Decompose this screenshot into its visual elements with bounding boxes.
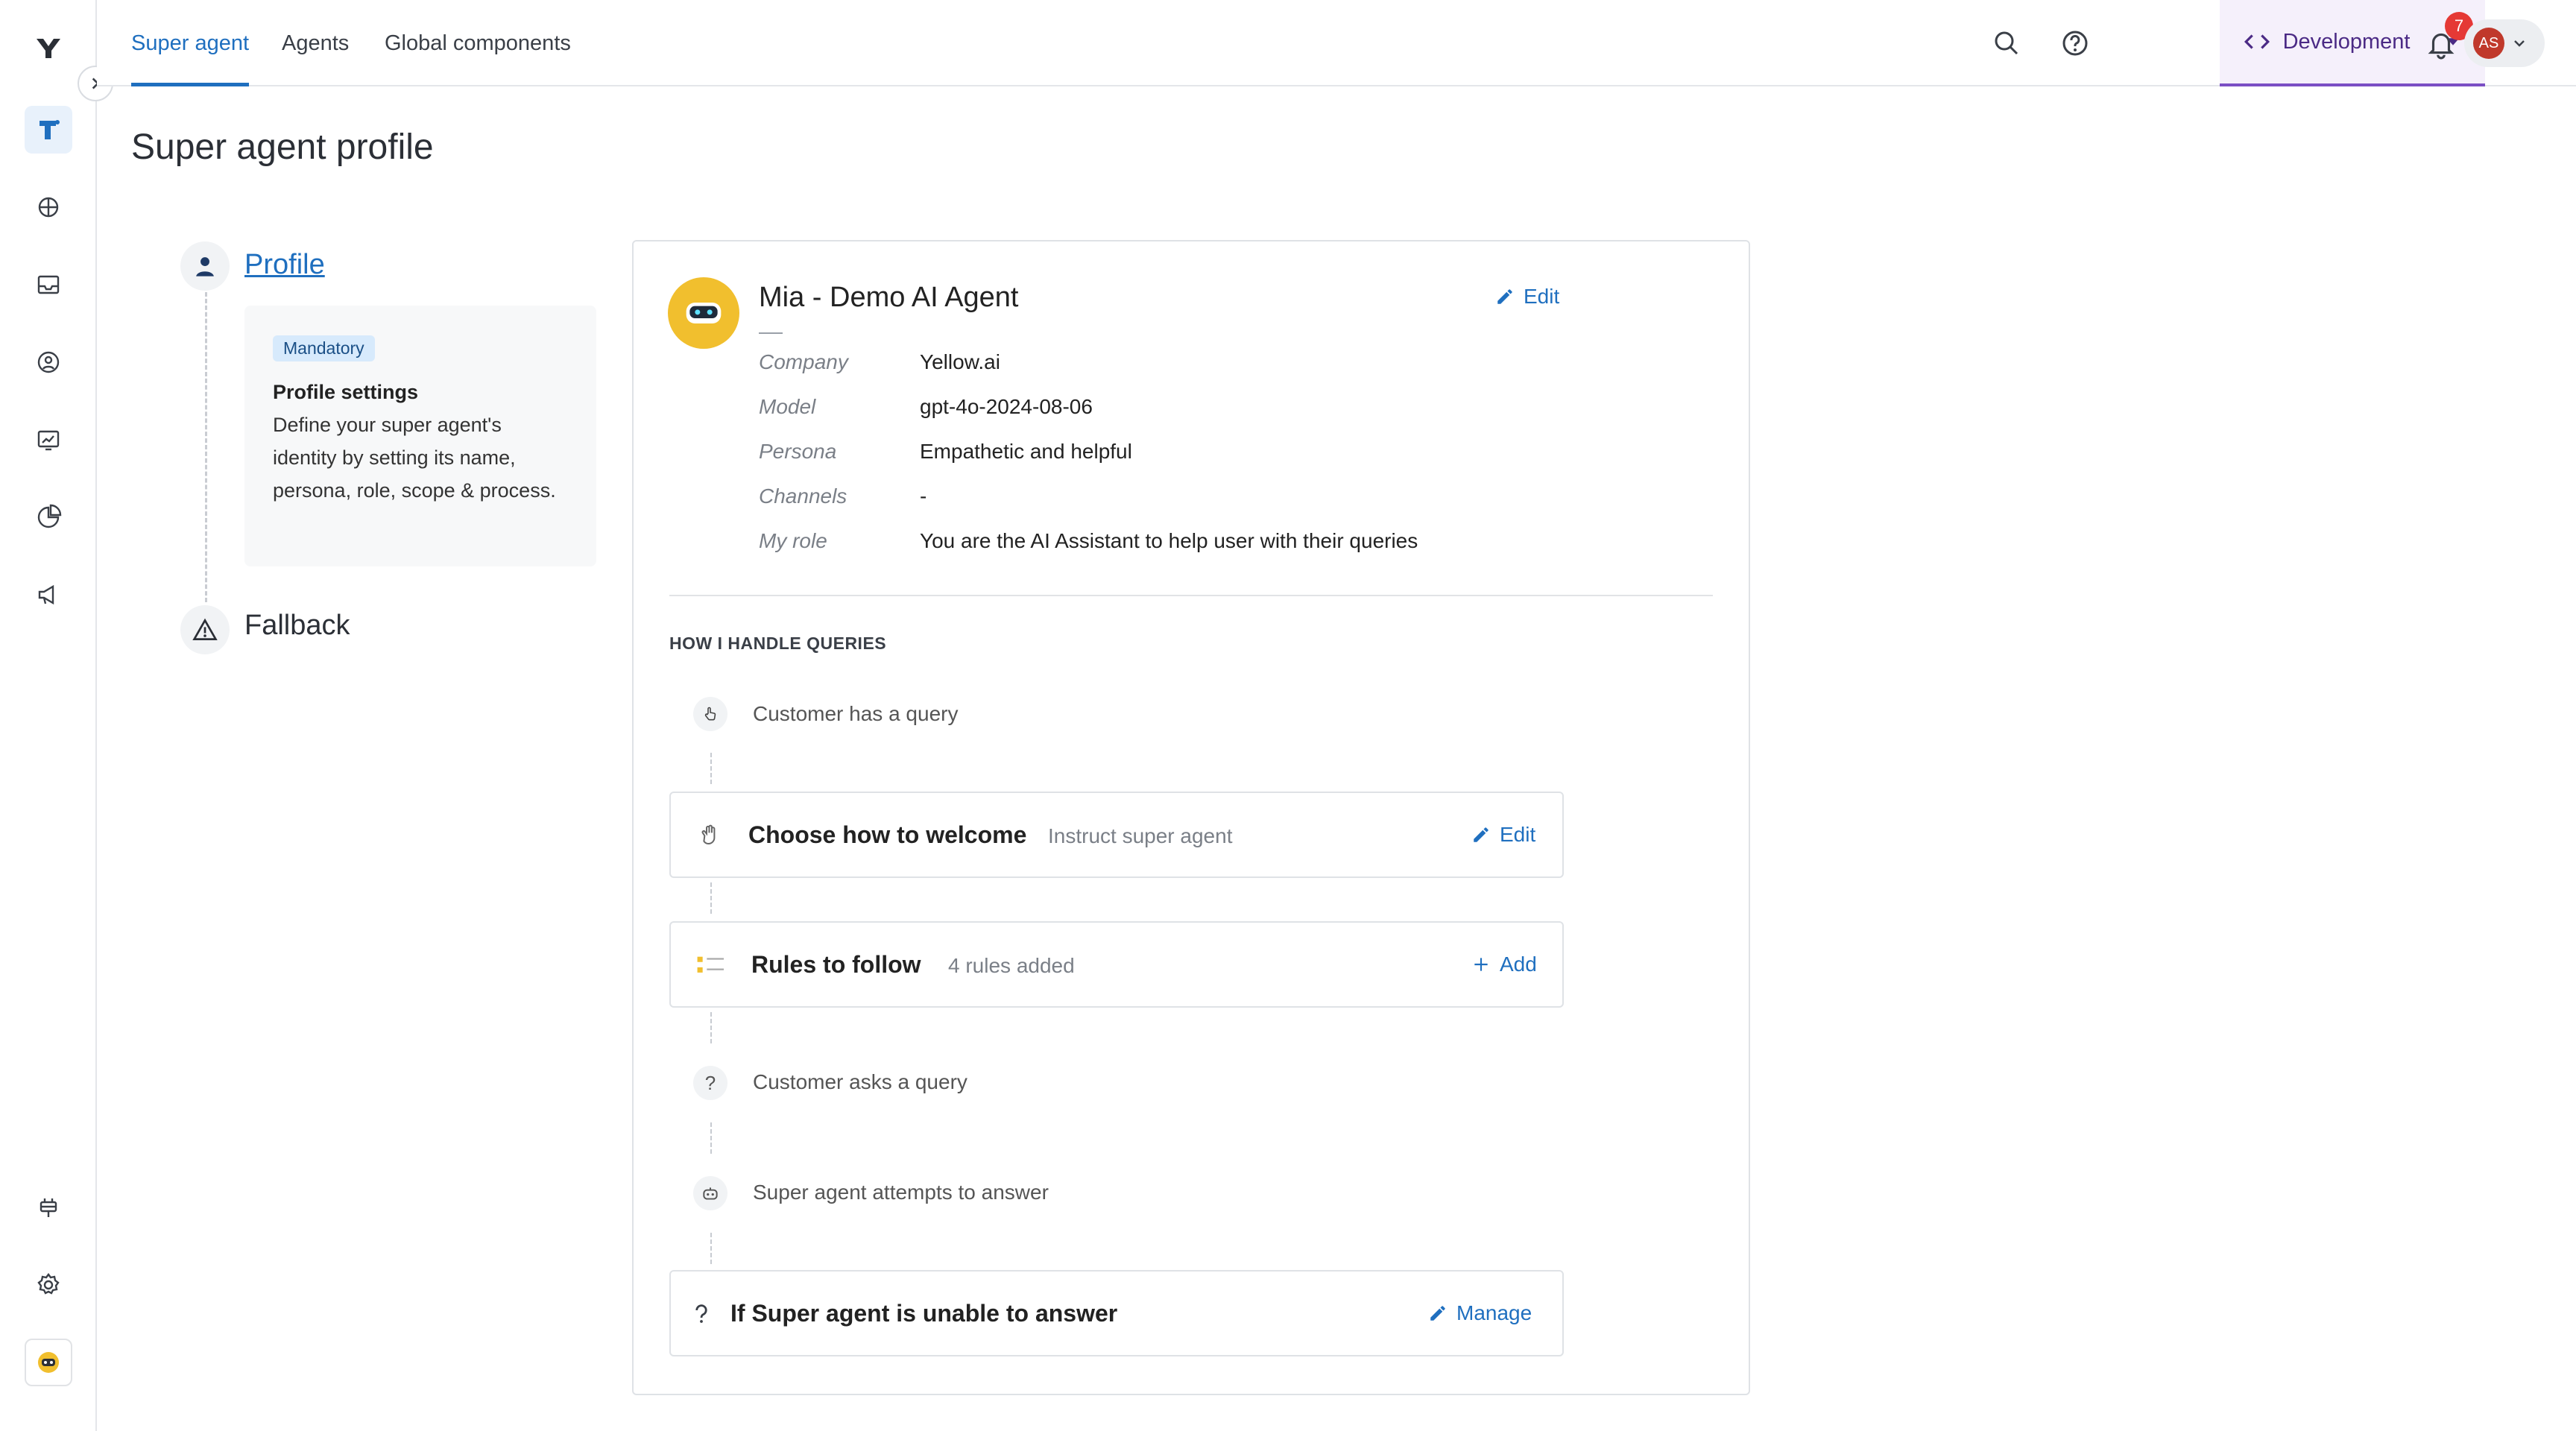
field-value: You are the AI Assistant to help user wi…: [920, 529, 1418, 552]
rules-step-box: Rules to follow 4 rules added Add: [669, 921, 1564, 1008]
insights-icon[interactable]: [25, 416, 72, 464]
edit-welcome-label: Edit: [1500, 823, 1536, 846]
field-value: Empathetic and helpful: [920, 440, 1132, 463]
pencil-icon: [1497, 289, 1512, 304]
flow-connector: [710, 1122, 712, 1154]
question-icon: ?: [693, 1066, 727, 1100]
welcome-title: Choose how to welcome: [748, 821, 1027, 848]
environment-label: Development: [2282, 29, 2411, 54]
question-mark-icon: [695, 1304, 707, 1323]
manage-fallback-label: Manage: [1456, 1301, 1532, 1324]
user-avatar: AS: [2473, 28, 2504, 59]
field-value: Yellow.ai: [920, 350, 1000, 373]
field-value: -: [920, 484, 927, 508]
flow-connector: [710, 753, 712, 784]
chevron-down-icon: [2514, 40, 2525, 47]
wave-hand-icon: [701, 824, 716, 845]
step-fallback-link[interactable]: Fallback: [244, 610, 350, 642]
stepper-connector: [205, 292, 207, 602]
pencil-icon: [1430, 1306, 1445, 1321]
edit-welcome-button[interactable]: Edit: [1471, 823, 1535, 847]
users-icon[interactable]: [25, 338, 72, 386]
flow-step-customer-asks: Customer asks a query: [753, 1070, 967, 1093]
tab-super-agent[interactable]: Super agent: [131, 0, 250, 86]
flow-step-customer-has-query: Customer has a query: [753, 702, 959, 725]
section-divider: [669, 595, 1713, 596]
tab-agents[interactable]: Agents: [282, 0, 349, 86]
rules-list-icon: [697, 956, 724, 973]
brain-icon[interactable]: [25, 183, 72, 231]
profile-settings-description: Define your super agent's identity by se…: [273, 414, 556, 502]
flow-connector: [710, 1012, 712, 1043]
robot-icon: [693, 1176, 727, 1210]
page-title: Super agent profile: [131, 127, 434, 167]
settings-gear-icon[interactable]: [25, 1261, 72, 1309]
step-profile-link[interactable]: Profile: [244, 249, 325, 281]
manage-fallback-button[interactable]: Manage: [1428, 1301, 1532, 1325]
edit-profile-button[interactable]: Edit: [1495, 285, 1559, 309]
pencil-icon: [1474, 827, 1489, 842]
top-bar: Super agent Agents Global components Dev…: [97, 0, 2576, 86]
agent-name: Mia - Demo AI Agent: [759, 282, 1019, 313]
campaign-megaphone-icon[interactable]: [25, 571, 72, 619]
flow-step-attempts-answer: Super agent attempts to answer: [753, 1181, 1049, 1204]
robot-face-icon: [686, 303, 722, 323]
fallback-step-box: If Super agent is unable to answer Manag…: [669, 1270, 1564, 1356]
fallback-title: If Super agent is unable to answer: [730, 1300, 1118, 1327]
queries-heading: HOW I HANDLE QUERIES: [669, 634, 887, 653]
rules-count: 4 rules added: [948, 954, 1075, 977]
add-rule-button[interactable]: Add: [1471, 953, 1537, 976]
field-label: Company: [759, 350, 848, 373]
inbox-icon[interactable]: [25, 261, 72, 309]
edit-label: Edit: [1524, 285, 1560, 308]
warning-icon: [180, 605, 230, 654]
flow-connector: [710, 882, 712, 914]
field-value: gpt-4o-2024-08-06: [920, 395, 1093, 418]
field-label: Channels: [759, 484, 847, 508]
name-underline: [759, 332, 783, 334]
plus-icon: [1474, 958, 1488, 971]
tab-global-components[interactable]: Global components: [385, 0, 571, 86]
agent-avatar: [668, 277, 739, 349]
analytics-pie-icon[interactable]: [25, 493, 72, 541]
field-label: Model: [759, 395, 816, 418]
field-label: Persona: [759, 440, 837, 463]
integrations-plug-icon[interactable]: [25, 1184, 72, 1231]
profile-settings-title: Profile settings: [273, 381, 419, 403]
profile-settings-card: Mandatory Profile settings Define your s…: [244, 306, 596, 566]
help-icon[interactable]: [2060, 28, 2090, 58]
add-rule-label: Add: [1500, 953, 1537, 976]
yellow-ai-logo-icon[interactable]: [25, 24, 72, 72]
hand-pointer-icon: [693, 697, 727, 731]
left-nav-rail: [0, 0, 97, 1431]
rules-title: Rules to follow: [751, 951, 921, 978]
code-icon: [2244, 34, 2270, 49]
person-icon: [180, 241, 230, 291]
automation-icon[interactable]: [25, 106, 72, 154]
flow-connector: [710, 1233, 712, 1264]
welcome-subtitle: Instruct super agent: [1048, 824, 1233, 847]
field-label: My role: [759, 529, 827, 552]
search-icon[interactable]: [1992, 28, 2021, 58]
welcome-step-box: Choose how to welcome Instruct super age…: [669, 792, 1564, 878]
mandatory-badge: Mandatory: [273, 335, 375, 361]
user-menu[interactable]: AS: [2464, 19, 2545, 67]
bot-avatar-icon[interactable]: [25, 1339, 72, 1386]
